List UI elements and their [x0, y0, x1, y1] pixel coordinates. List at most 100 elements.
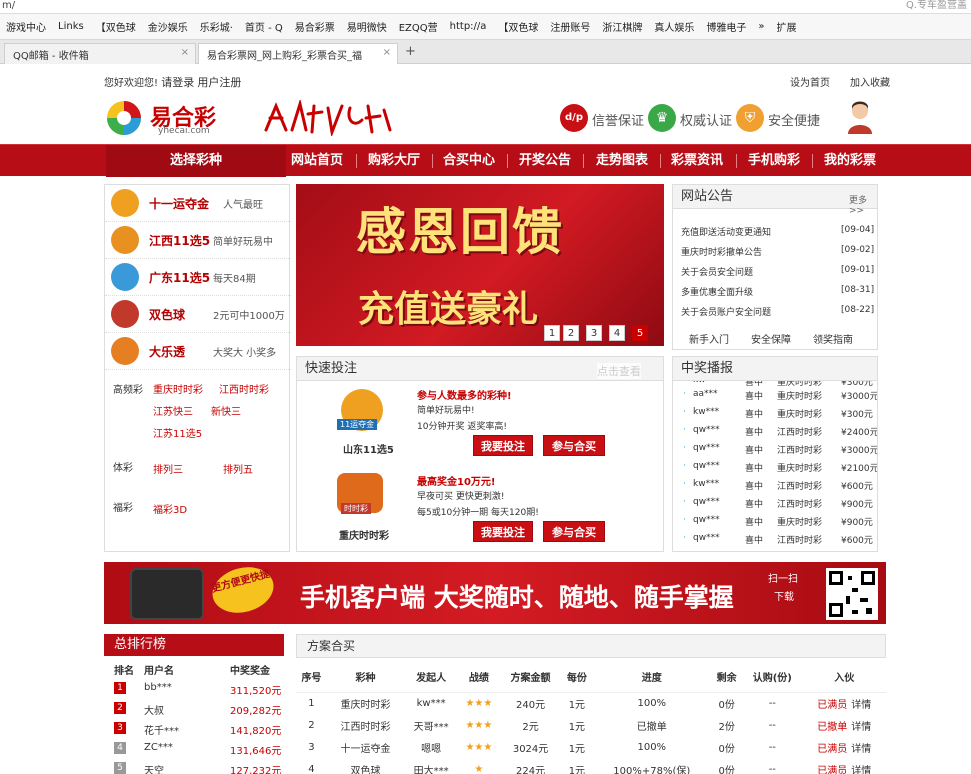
- plan-column-header: 发起人: [404, 662, 459, 693]
- nav-hall[interactable]: 购彩大厅: [368, 145, 420, 177]
- winner-cell: ¥3000元: [841, 446, 878, 456]
- notice-link-security[interactable]: 安全保障: [751, 331, 791, 346]
- plan-cell: 1: [308, 697, 315, 709]
- plan-detail-link[interactable]: 详情: [851, 722, 871, 733]
- banner-page-4[interactable]: 4: [609, 325, 625, 341]
- notice-item[interactable]: 关于会员安全问题 [09-01]: [681, 265, 881, 278]
- notice-item[interactable]: 充值即送活动变更通知 [09-04]: [681, 225, 881, 238]
- banner-page-1[interactable]: 1: [544, 325, 560, 341]
- join-button[interactable]: 参与合买: [543, 521, 605, 542]
- bookmark[interactable]: EZQQ营: [399, 19, 438, 34]
- lottery-item[interactable]: 江西11选5 简单好玩易中: [105, 222, 291, 259]
- category-link[interactable]: 重庆时时彩: [153, 381, 203, 396]
- nav-trend[interactable]: 走势图表: [596, 145, 648, 177]
- bookmark[interactable]: 易合彩票: [295, 19, 335, 34]
- bookmark[interactable]: http://a: [450, 21, 487, 32]
- bookmark[interactable]: 金沙娱乐: [148, 19, 188, 34]
- ranking-row[interactable]: 1 bb*** 311,520元: [104, 678, 284, 700]
- bookmarks-bar: 游戏中心 Links 【双色球 金沙娱乐 乐彩城· 首页 - Q 易合彩票 易明…: [0, 14, 971, 40]
- bookmark[interactable]: 易明微快: [347, 19, 387, 34]
- plan-detail-link[interactable]: 详情: [851, 700, 871, 711]
- nav-news[interactable]: 彩票资讯: [671, 145, 723, 177]
- category-link[interactable]: 江苏快三: [153, 403, 193, 418]
- banner-page-3[interactable]: 3: [586, 325, 602, 341]
- plan-cell: 4: [308, 763, 315, 774]
- service-avatar-icon[interactable]: [846, 100, 874, 134]
- register-link[interactable]: 用户注册: [197, 76, 241, 89]
- plan-cell: 1元: [568, 721, 586, 733]
- notice-more-link[interactable]: 更多>>: [849, 193, 877, 216]
- lottery-item[interactable]: 广东11选5 每天84期: [105, 259, 291, 296]
- notice-link-prize[interactable]: 领奖指南: [813, 331, 853, 346]
- quick-lottery-name: 重庆时时彩: [339, 531, 389, 542]
- join-button[interactable]: 参与合买: [543, 435, 605, 456]
- bookmark[interactable]: 【双色球: [498, 19, 538, 34]
- address-bar[interactable]: m/Q.专车盈营盖: [0, 0, 971, 14]
- extensions-button[interactable]: 扩展: [777, 19, 797, 34]
- tab-mail[interactable]: QQ邮箱 - 收件箱 ×: [4, 43, 196, 64]
- winner-cell: qw***: [693, 461, 720, 471]
- bookmarks-overflow[interactable]: »: [758, 21, 764, 32]
- category-link[interactable]: 江西时时彩: [219, 381, 269, 396]
- nav-mine[interactable]: 我的彩票: [824, 145, 876, 177]
- nav-mobile[interactable]: 手机购彩: [748, 145, 800, 177]
- plan-detail-link[interactable]: 详情: [851, 766, 871, 774]
- winner-cell: ¥2100元: [841, 464, 878, 474]
- nav-draws[interactable]: 开奖公告: [519, 145, 571, 177]
- bookmark[interactable]: 真人娱乐: [654, 19, 694, 34]
- rank-prize: 141,820元: [230, 726, 282, 737]
- bookmark[interactable]: Links: [58, 21, 84, 32]
- banner-page-5[interactable]: 5: [632, 325, 648, 341]
- banner-watermark: 点击查看: [597, 363, 641, 379]
- lottery-item[interactable]: 双色球 2元可中1000万: [105, 296, 291, 333]
- winner-row: · qw*** 喜中 江西时时彩 ¥600元: [683, 533, 873, 546]
- category-link[interactable]: 新快三: [211, 403, 241, 418]
- search-box[interactable]: Q.专车盈营盖: [906, 0, 967, 12]
- plan-column-header: 方案金额: [499, 662, 562, 693]
- close-icon[interactable]: ×: [383, 47, 391, 58]
- lottery-item[interactable]: 十一运夺金 人气最旺: [105, 185, 291, 222]
- bookmark[interactable]: 乐彩城·: [200, 19, 233, 34]
- new-tab-button[interactable]: +: [405, 44, 416, 59]
- nav-divider: [507, 154, 508, 168]
- tab-site[interactable]: 易合彩票网_网上购彩_彩票合买_福 ×: [198, 43, 398, 64]
- bet-button[interactable]: 我要投注: [473, 521, 533, 542]
- select-lottery-button[interactable]: 选择彩种: [106, 145, 286, 177]
- bookmark[interactable]: 博雅电子: [706, 19, 746, 34]
- ranking-row[interactable]: 3 花千*** 141,820元: [104, 718, 284, 740]
- winners-title: 中奖播报: [673, 357, 877, 381]
- category-link[interactable]: 排列三: [153, 461, 183, 476]
- bookmark[interactable]: 首页 - Q: [245, 19, 283, 34]
- ranking-row[interactable]: 2 大叔 209,282元: [104, 698, 284, 720]
- category-link[interactable]: 排列五: [223, 461, 253, 476]
- ranking-row[interactable]: 4 ZC*** 131,646元: [104, 738, 284, 760]
- banner-page-2[interactable]: 2: [563, 325, 579, 341]
- category-link[interactable]: 福彩3D: [153, 501, 187, 516]
- bookmark[interactable]: 游戏中心: [6, 19, 46, 34]
- notice-item[interactable]: 重庆时时彩撤单公告 [09-02]: [681, 245, 881, 258]
- tab-strip: QQ邮箱 - 收件箱 × 易合彩票网_网上购彩_彩票合买_福 × +: [0, 40, 971, 64]
- winner-row: · qw*** 喜中 重庆时时彩 ¥2100元: [683, 461, 878, 474]
- notice-item[interactable]: 关于会员账户安全问题 [08-22]: [681, 305, 881, 318]
- app-ad-banner[interactable]: 更方便更快捷 手机客户端 大奖随时、随地、随手掌握 扫一扫 下载: [104, 562, 886, 624]
- plan-detail-link[interactable]: 详情: [851, 744, 871, 755]
- bookmark[interactable]: 浙江棋牌: [602, 19, 642, 34]
- nav-home[interactable]: 网站首页: [291, 145, 343, 177]
- promo-banner[interactable]: 感恩回馈 充值送豪礼: [296, 184, 664, 346]
- winner-cell: ¥300元: [841, 410, 873, 420]
- close-icon[interactable]: ×: [181, 47, 189, 58]
- bookmark[interactable]: 【双色球: [96, 19, 136, 34]
- set-home-link[interactable]: 设为首页: [790, 74, 830, 89]
- lottery-item[interactable]: 大乐透 大奖大 小奖多: [105, 333, 291, 370]
- notice-item[interactable]: 多重优惠全面升级 [08-31]: [681, 285, 881, 298]
- bet-button[interactable]: 我要投注: [473, 435, 533, 456]
- login-link[interactable]: 请登录: [161, 76, 194, 89]
- logo-icon[interactable]: [104, 98, 144, 138]
- bookmark[interactable]: 注册账号: [550, 19, 590, 34]
- ranking-row[interactable]: 5 天空 127,232元: [104, 758, 284, 774]
- nav-group[interactable]: 合买中心: [443, 145, 495, 177]
- category-link[interactable]: 江苏11选5: [153, 425, 202, 440]
- notice-link-beginner[interactable]: 新手入门: [689, 331, 729, 346]
- add-fav-link[interactable]: 加入收藏: [850, 74, 890, 89]
- winner-cell: qw***: [693, 515, 720, 525]
